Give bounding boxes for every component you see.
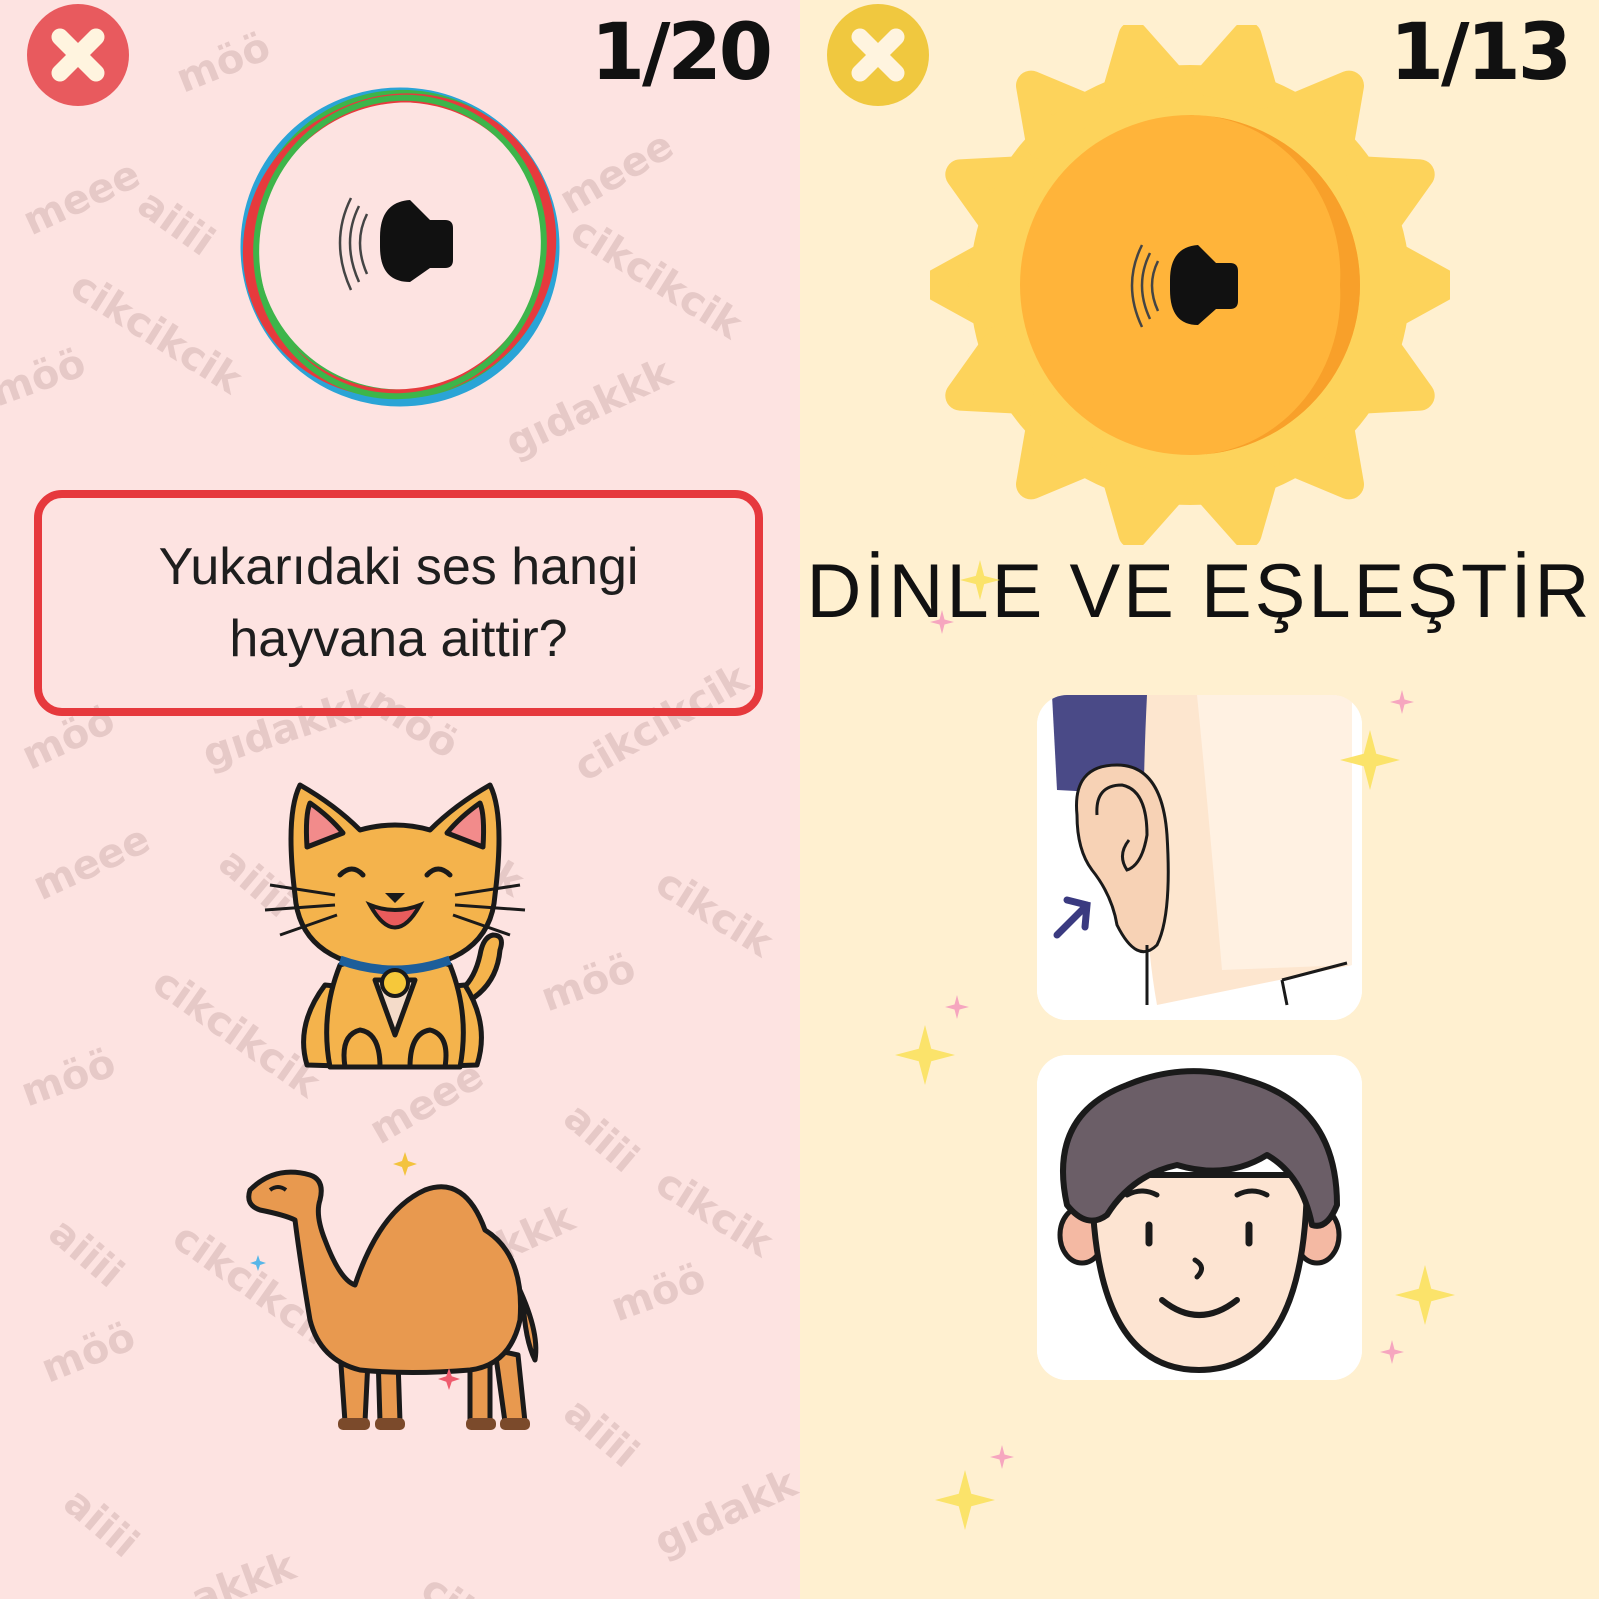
sparkle-icon bbox=[1380, 1340, 1404, 1364]
watermark-text: aiiii bbox=[54, 1479, 148, 1567]
watermark-text: cik bbox=[413, 1566, 492, 1599]
cat-image bbox=[264, 782, 526, 1070]
left-game-screen: möö meee aiiii cikcikcik möö gıdakkk meee cikci… bbox=[0, 0, 800, 1599]
sparkle-icon bbox=[935, 1470, 995, 1530]
question-box: Yukarıdaki ses hangi hayvana aittir? bbox=[34, 490, 763, 716]
play-sound-button[interactable] bbox=[920, 21, 1460, 549]
answer-camel[interactable] bbox=[240, 1160, 560, 1440]
watermark-text: gıdakk bbox=[647, 1460, 800, 1566]
watermark-text: möö bbox=[0, 339, 92, 417]
match-card-ear[interactable] bbox=[1037, 695, 1362, 1020]
watermark-text: aiiii bbox=[39, 1209, 133, 1297]
right-game-screen: 1/13 DİNLE VE EŞLEŞTİR bbox=[800, 0, 1599, 1599]
ear-image bbox=[1037, 695, 1362, 1020]
camel-image bbox=[246, 1169, 539, 1430]
sparkle-icon bbox=[895, 1025, 955, 1085]
sparkle-icon bbox=[945, 995, 969, 1019]
sparkle-icon bbox=[990, 1445, 1014, 1469]
question-text: Yukarıdaki ses hangi hayvana aittir? bbox=[158, 538, 639, 668]
watermark-text: aiiii bbox=[554, 1094, 648, 1182]
page-title: DİNLE VE EŞLEŞTİR bbox=[806, 549, 1593, 634]
sun-image bbox=[920, 21, 1460, 549]
watermark-text: möö bbox=[15, 1039, 122, 1117]
close-icon bbox=[51, 28, 105, 82]
watermark-text: möö bbox=[605, 1254, 712, 1332]
watermark-text: aiiii bbox=[554, 1389, 648, 1477]
watermark-text: cikcik bbox=[647, 1159, 781, 1267]
sparkle-icon bbox=[1395, 1265, 1455, 1325]
watermark-text: meee bbox=[551, 122, 682, 224]
play-sound-button[interactable] bbox=[235, 82, 565, 412]
face-image bbox=[1037, 1055, 1362, 1380]
match-card-face[interactable] bbox=[1037, 1055, 1362, 1380]
watermark-text: cikcik bbox=[647, 859, 781, 967]
watermark-text: akkk bbox=[185, 1543, 302, 1599]
watermark-text: meee bbox=[16, 151, 148, 245]
speaker-icon bbox=[338, 197, 453, 291]
sparkle-icon bbox=[1390, 690, 1414, 714]
close-button[interactable] bbox=[827, 4, 929, 106]
watermark-text: cikcikcik bbox=[562, 207, 750, 349]
watermark-text: cikcikcik bbox=[62, 262, 250, 404]
question-counter: 1/20 bbox=[590, 8, 773, 98]
watermark-text: meee bbox=[26, 816, 158, 910]
watermark-text: aiiii bbox=[129, 180, 223, 266]
watermark-text: möö bbox=[535, 944, 642, 1022]
answer-cat[interactable] bbox=[255, 775, 535, 1095]
close-button[interactable] bbox=[27, 4, 129, 106]
watermark-text: möö bbox=[34, 1313, 142, 1393]
close-icon bbox=[851, 28, 905, 82]
